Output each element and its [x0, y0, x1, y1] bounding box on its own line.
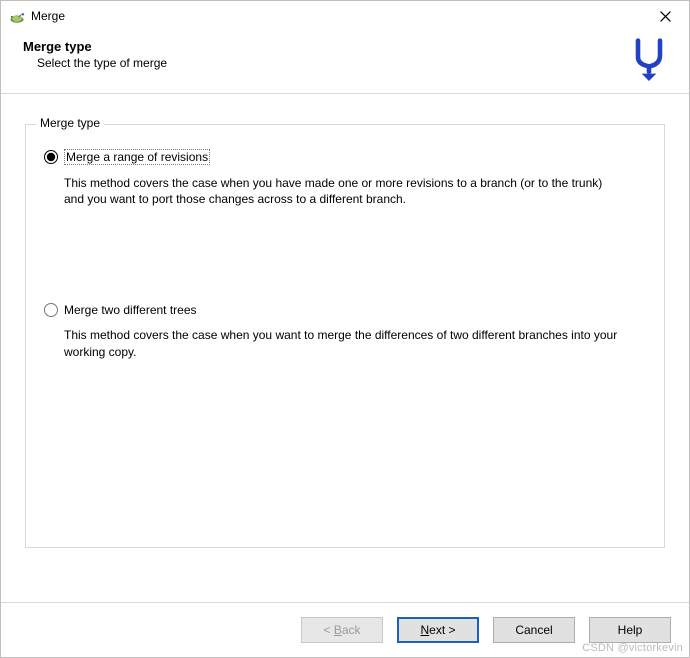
wizard-button-bar: < Back Next > Cancel Help: [1, 602, 689, 657]
titlebar: Merge: [1, 1, 689, 31]
option-merge-range: Merge a range of revisions This method c…: [44, 149, 646, 207]
next-button[interactable]: Next >: [397, 617, 479, 643]
merge-type-group: Merge type Merge a range of revisions Th…: [25, 124, 665, 548]
close-icon: [660, 11, 671, 22]
radio-merge-range-label[interactable]: Merge a range of revisions: [64, 149, 210, 165]
close-button[interactable]: [645, 2, 685, 30]
merge-trees-description: This method covers the case when you wan…: [64, 327, 624, 359]
merge-range-description: This method covers the case when you hav…: [64, 175, 624, 207]
group-legend: Merge type: [36, 116, 104, 130]
back-button: < Back: [301, 617, 383, 643]
wizard-header: Merge type Select the type of merge: [1, 31, 689, 94]
page-subtitle: Select the type of merge: [37, 56, 617, 70]
wizard-content: Merge type Merge a range of revisions Th…: [1, 94, 689, 602]
window-title: Merge: [31, 9, 65, 23]
cancel-button[interactable]: Cancel: [493, 617, 575, 643]
help-button[interactable]: Help: [589, 617, 671, 643]
radio-merge-trees-label[interactable]: Merge two different trees: [64, 303, 197, 317]
radio-merge-trees[interactable]: [44, 303, 58, 317]
option-merge-trees: Merge two different trees This method co…: [44, 303, 646, 359]
merge-icon: [627, 37, 671, 81]
merge-wizard-window: Merge Merge type Select the type of merg…: [0, 0, 690, 658]
tortoisesvn-icon: [9, 8, 25, 24]
radio-merge-range[interactable]: [44, 150, 58, 164]
page-title: Merge type: [23, 39, 617, 54]
